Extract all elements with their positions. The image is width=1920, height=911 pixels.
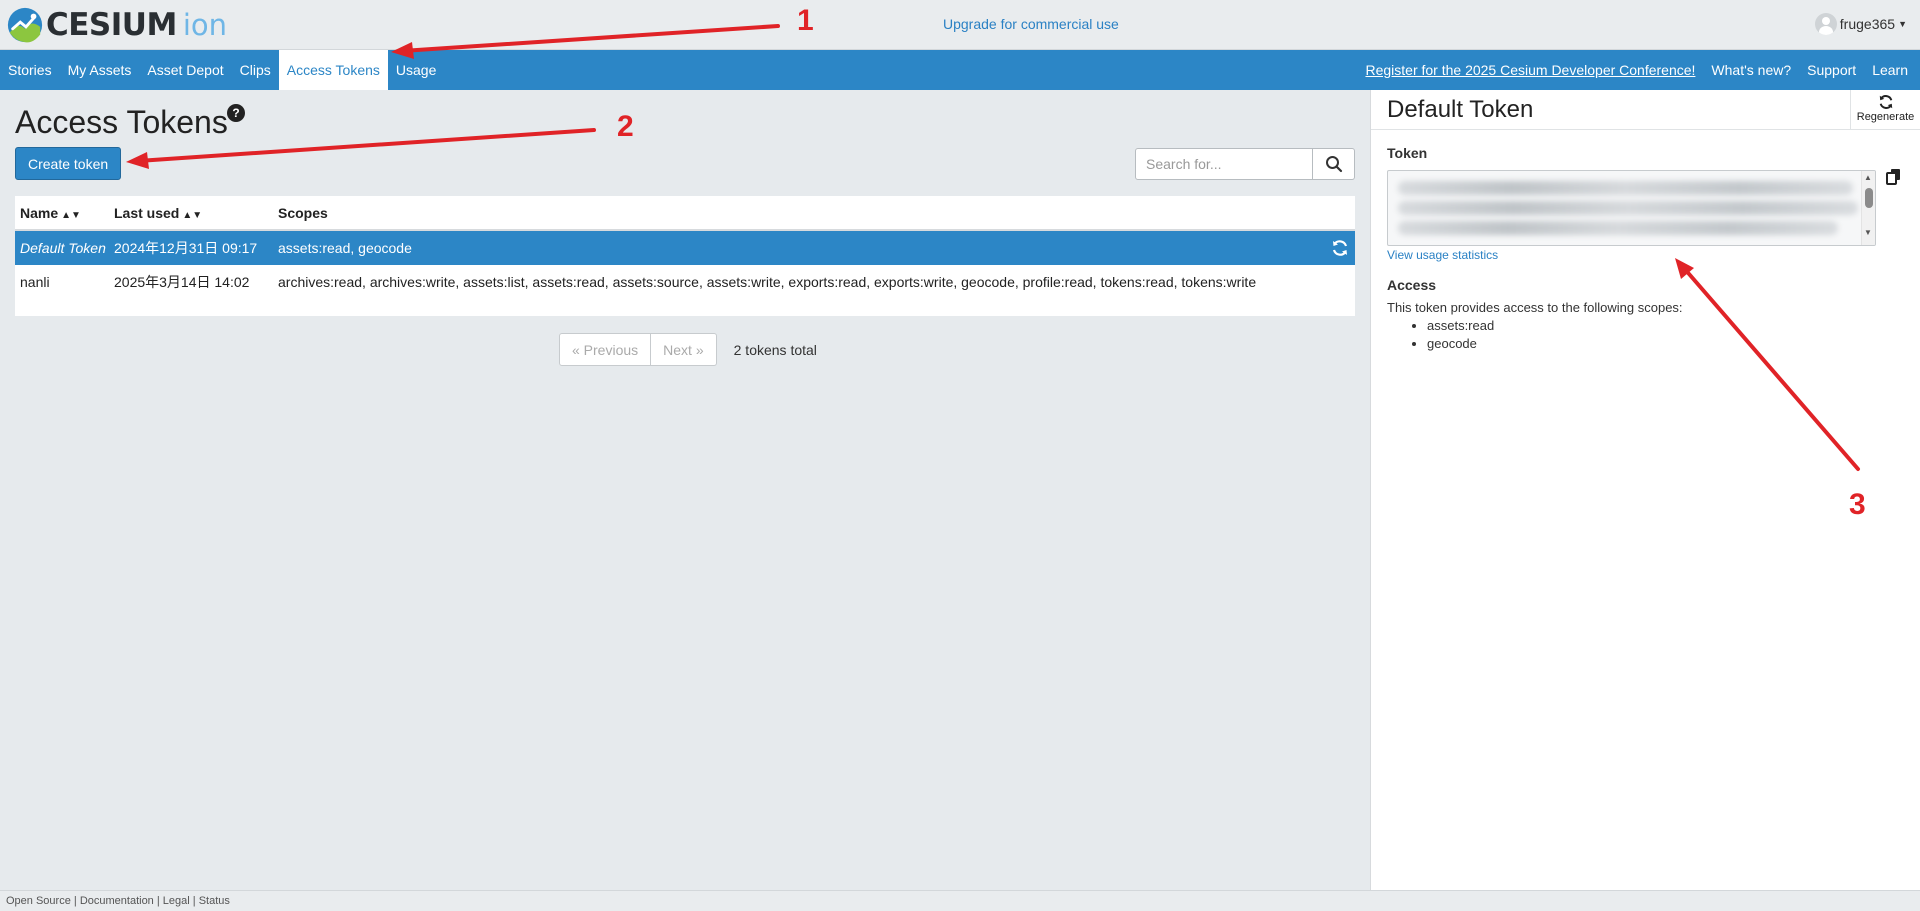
token-last-used: 2025年3月14日 14:02: [114, 274, 250, 290]
column-scopes: Scopes: [278, 204, 328, 221]
footer-legal[interactable]: Legal: [163, 895, 190, 907]
token-detail-panel: Default Token Regenerate Token ▲ ▼ View …: [1370, 90, 1920, 890]
token-textarea[interactable]: ▲ ▼: [1387, 170, 1876, 246]
nav-stories[interactable]: Stories: [0, 50, 60, 90]
panel-title: Default Token: [1387, 96, 1534, 123]
search-box: [1135, 148, 1355, 180]
nav-asset-depot[interactable]: Asset Depot: [139, 50, 231, 90]
column-last-used[interactable]: Last used ▲▼: [109, 205, 273, 221]
search-button[interactable]: [1313, 148, 1355, 180]
nav-clips[interactable]: Clips: [232, 50, 279, 90]
token-last-used: 2024年12月31日 09:17: [114, 240, 258, 256]
token-name: Default Token: [20, 240, 106, 256]
scope-list: assets:read geocode: [1427, 318, 1494, 354]
annotation-label-2: 2: [617, 110, 634, 143]
search-icon: [1325, 156, 1342, 173]
nav-usage[interactable]: Usage: [388, 50, 444, 90]
scrollbar[interactable]: ▲ ▼: [1861, 171, 1875, 245]
column-name[interactable]: Name ▲▼: [15, 205, 109, 221]
username: fruge365: [1839, 16, 1896, 32]
list-item: assets:read: [1427, 318, 1494, 336]
access-description: This token provides access to the follow…: [1387, 300, 1683, 315]
nav-whats-new[interactable]: What's new?: [1703, 50, 1799, 90]
search-input[interactable]: [1135, 148, 1313, 180]
chevron-down-icon: ▼: [1898, 19, 1907, 29]
logo-ion-text: ion: [182, 8, 227, 42]
nav-my-assets[interactable]: My Assets: [60, 50, 140, 90]
footer: Open Source | Documentation | Legal | St…: [0, 890, 1920, 911]
help-icon[interactable]: ?: [227, 104, 245, 122]
view-usage-link[interactable]: View usage statistics: [1387, 248, 1498, 262]
token-name: nanli: [20, 274, 50, 290]
refresh-icon[interactable]: [1331, 239, 1349, 257]
nav-access-tokens[interactable]: Access Tokens: [278, 50, 388, 90]
sort-icon: ▲▼: [182, 209, 203, 221]
annotation-label-3: 3: [1849, 488, 1866, 521]
cesium-ion-logo[interactable]: CESIUM ion: [6, 5, 227, 45]
logo-text: CESIUM: [46, 7, 177, 43]
page-title: Access Tokens: [15, 104, 228, 140]
token-label: Token: [1387, 145, 1428, 161]
table-row[interactable]: Default Token 2024年12月31日 09:17 assets:r…: [15, 231, 1355, 265]
footer-status[interactable]: Status: [199, 895, 230, 907]
refresh-icon: [1879, 95, 1892, 109]
annotation-label-1: 1: [797, 4, 814, 37]
regenerate-label: Regenerate: [1856, 111, 1915, 123]
token-value-blurred: [1398, 221, 1838, 235]
create-token-button[interactable]: Create token: [15, 147, 122, 180]
nav-conference-link[interactable]: Register for the 2025 Cesium Developer C…: [1357, 50, 1703, 90]
pagination: « Previous Next » 2 tokens total: [559, 333, 817, 366]
top-bar: CESIUM ion Upgrade for commercial use fr…: [0, 0, 1920, 50]
previous-button[interactable]: « Previous: [559, 333, 652, 366]
regenerate-button[interactable]: Regenerate: [1850, 90, 1920, 130]
table-row[interactable]: nanli 2025年3月14日 14:02 archives:read, ar…: [15, 265, 1355, 299]
avatar: [1814, 13, 1837, 35]
next-button[interactable]: Next »: [651, 333, 717, 366]
upgrade-link[interactable]: Upgrade for commercial use: [943, 16, 1119, 32]
tokens-total: 2 tokens total: [733, 341, 817, 358]
footer-documentation[interactable]: Documentation: [80, 895, 154, 907]
tokens-table: Name ▲▼ Last used ▲▼ Scopes Default Token …: [15, 196, 1355, 316]
access-label: Access: [1387, 277, 1437, 293]
token-scopes: archives:read, archives:write, assets:li…: [278, 274, 1257, 290]
token-scopes: assets:read, geocode: [278, 240, 412, 256]
list-item: geocode: [1427, 336, 1494, 354]
table-header: Name ▲▼ Last used ▲▼ Scopes: [15, 196, 1355, 231]
nav-learn[interactable]: Learn: [1864, 50, 1916, 90]
scroll-up-icon[interactable]: ▲: [1864, 173, 1872, 182]
token-value-blurred: [1398, 181, 1853, 195]
panel-header: Default Token Regenerate: [1371, 90, 1920, 130]
main-nav: Stories My Assets Asset Depot Clips Acce…: [0, 50, 1920, 90]
nav-support[interactable]: Support: [1799, 50, 1864, 90]
user-menu[interactable]: fruge365 ▼: [1814, 13, 1907, 35]
scroll-down-icon[interactable]: ▼: [1864, 228, 1872, 237]
sort-icon: ▲▼: [61, 209, 81, 221]
scrollbar-thumb[interactable]: [1865, 188, 1873, 208]
main-content: Access Tokens ? Create token Name▲▼ Last…: [0, 90, 1370, 890]
token-value-blurred: [1398, 201, 1858, 215]
footer-open-source[interactable]: Open Source: [6, 895, 71, 907]
globe-icon: [7, 7, 43, 43]
copy-icon[interactable]: [1886, 168, 1902, 186]
